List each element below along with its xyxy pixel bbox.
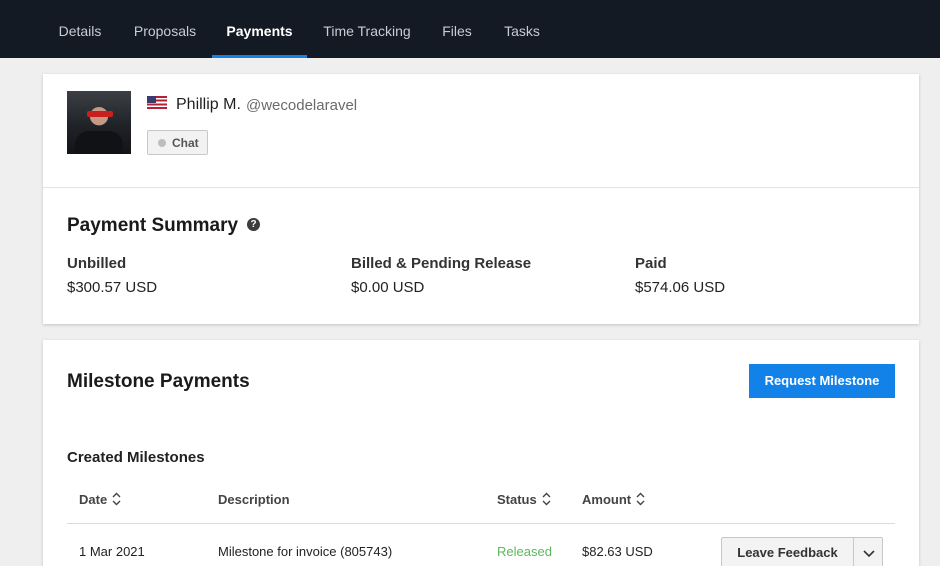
chat-button[interactable]: Chat (147, 130, 208, 155)
chat-label: Chat (172, 136, 199, 150)
leave-feedback-button[interactable]: Leave Feedback (722, 538, 853, 566)
billed-pending-label: Billed & Pending Release (351, 255, 532, 272)
milestone-payments-title: Milestone Payments (67, 371, 250, 392)
row-action-group: Leave Feedback (721, 537, 883, 566)
billed-pending-value: $0.00 USD (351, 279, 425, 296)
us-flag-icon (147, 96, 167, 109)
tab-files[interactable]: Files (430, 0, 484, 58)
row-description: Milestone for invoice (805743) (218, 544, 393, 559)
column-header-amount[interactable]: Amount (582, 492, 645, 507)
unbilled-value: $300.57 USD (67, 279, 158, 296)
sort-icon (112, 492, 121, 506)
unbilled-label: Unbilled (67, 255, 127, 272)
tab-time-tracking[interactable]: Time Tracking (315, 0, 419, 58)
row-date: 1 Mar 2021 (79, 544, 145, 559)
paid-label: Paid (635, 255, 667, 272)
column-header-label: Status (497, 492, 537, 507)
avatar-suit-shape (75, 131, 123, 154)
row-amount: $82.63 USD (582, 544, 653, 559)
paid-value: $574.06 USD (635, 279, 726, 296)
tab-payments[interactable]: Payments (212, 0, 307, 58)
tab-details[interactable]: Details (46, 0, 114, 58)
payment-summary-card: Phillip M. @wecodelaravel Chat Payment S… (43, 74, 919, 324)
chevron-down-icon (863, 550, 875, 558)
column-header-label: Amount (582, 492, 632, 507)
column-header-date[interactable]: Date (79, 492, 121, 507)
top-nav: Details Proposals Payments Time Tracking… (0, 0, 940, 58)
status-dot-icon (158, 139, 166, 147)
milestone-payments-card: Milestone Payments Request Milestone Cre… (43, 340, 919, 566)
table-divider (67, 523, 895, 524)
tab-tasks[interactable]: Tasks (492, 0, 552, 58)
payment-summary-title: Payment Summary (67, 215, 239, 236)
freelancer-handle: @wecodelaravel (246, 97, 358, 114)
flag-canton (147, 96, 156, 103)
sort-icon (636, 492, 645, 506)
column-header-label: Date (79, 492, 108, 507)
request-milestone-button[interactable]: Request Milestone (749, 364, 895, 398)
row-actions-dropdown[interactable] (853, 538, 883, 566)
avatar[interactable] (67, 91, 131, 154)
column-header-description: Description (218, 492, 290, 507)
sort-icon (542, 492, 551, 506)
avatar-sunglasses-shape (87, 111, 113, 117)
created-milestones-title: Created Milestones (67, 449, 205, 466)
divider (43, 187, 919, 188)
row-status: Released (497, 544, 552, 559)
column-header-status[interactable]: Status (497, 492, 551, 507)
help-icon[interactable]: ? (247, 218, 260, 231)
tab-proposals[interactable]: Proposals (122, 0, 208, 58)
freelancer-name[interactable]: Phillip M. (176, 96, 241, 114)
